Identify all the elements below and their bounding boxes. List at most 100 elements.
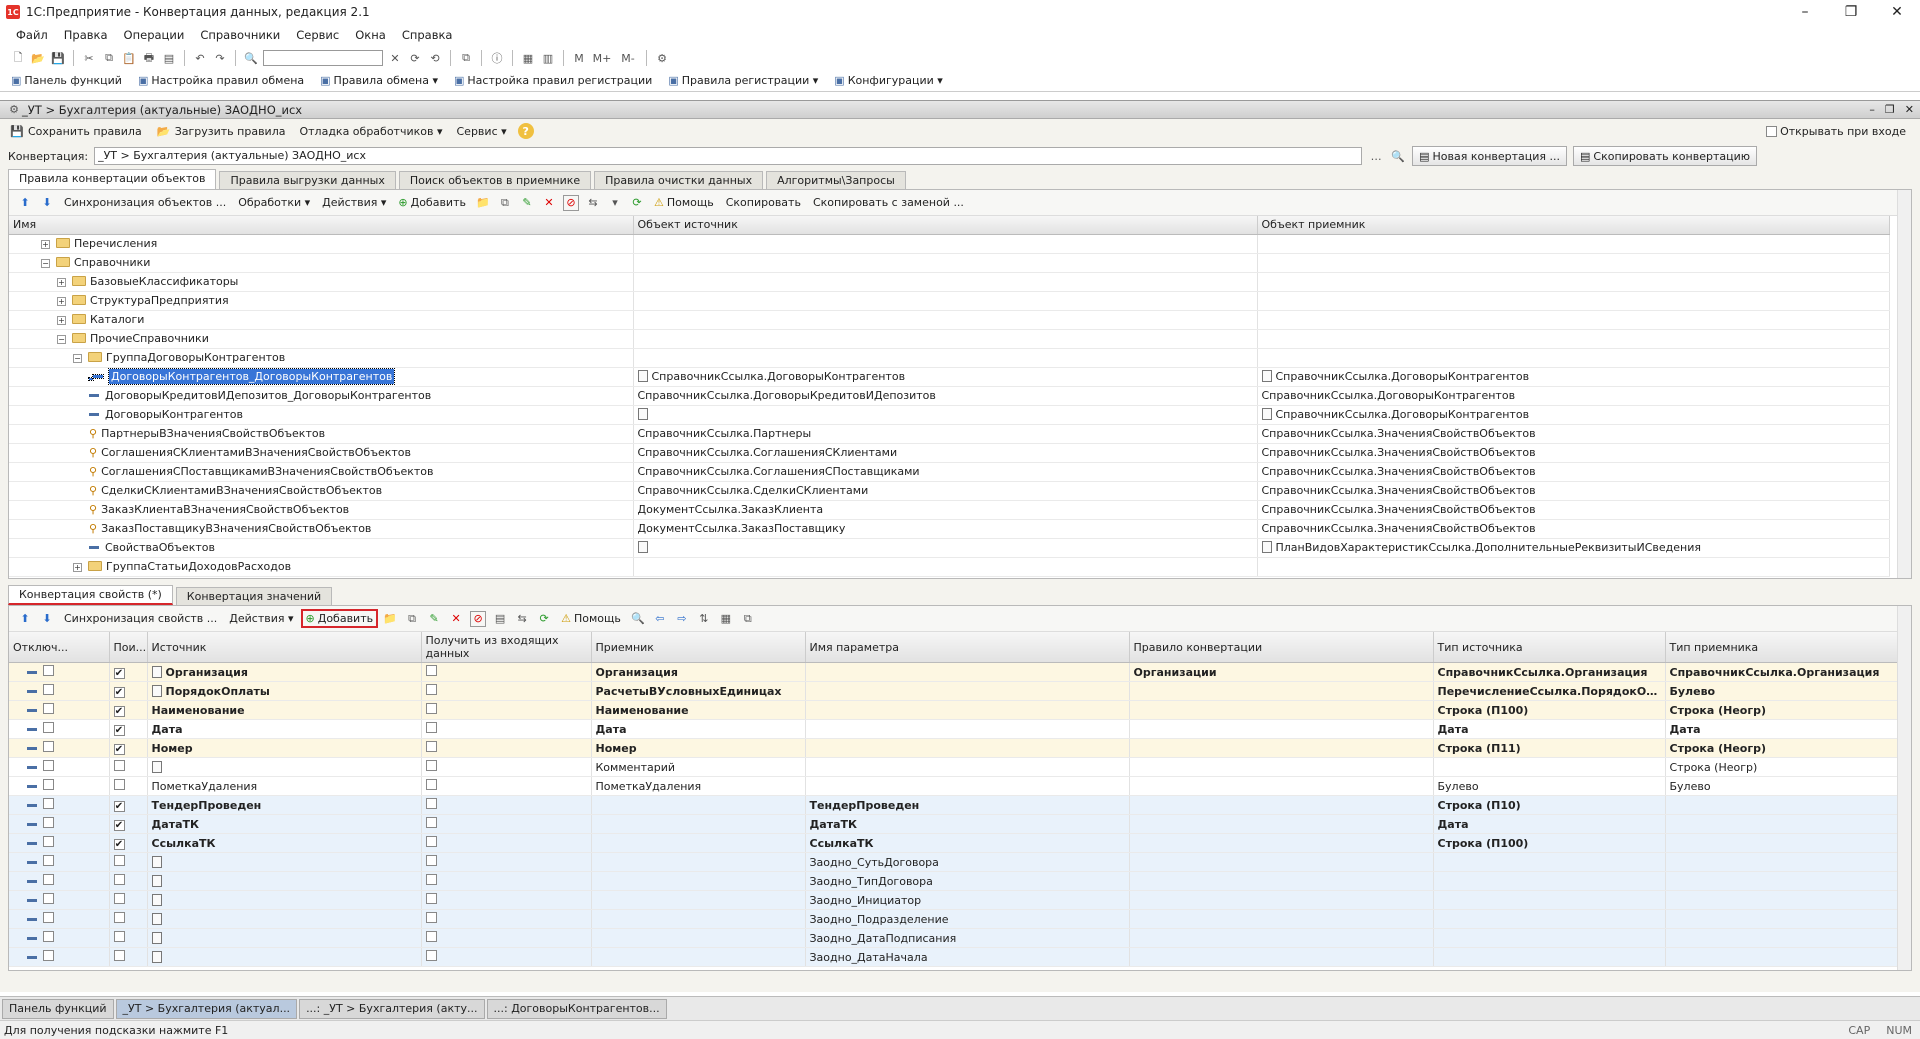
menu-5[interactable]: Окна xyxy=(353,26,388,44)
disable-checkbox[interactable] xyxy=(43,912,54,923)
property-row[interactable]: Заодно_ТипДоговора xyxy=(9,871,1898,891)
get-incoming-checkbox[interactable] xyxy=(425,798,437,809)
taskbar-item-3[interactable]: ...: ДоговорыКонтрагентов... xyxy=(486,998,667,1019)
tab-top-3[interactable]: Правила очистки данных xyxy=(594,171,764,189)
sync-properties-button[interactable]: Синхронизация свойств ... xyxy=(61,611,220,626)
delete-icon[interactable]: ✕ xyxy=(448,611,464,627)
tree-row[interactable]: − ГруппаДоговорыКонтрагентов xyxy=(9,348,1890,368)
memory-plus-icon[interactable]: M+ xyxy=(591,50,613,66)
expand-icon[interactable]: − xyxy=(57,335,66,344)
disable-checkbox[interactable] xyxy=(43,779,54,790)
disable-checkbox[interactable] xyxy=(43,950,54,961)
mark-delete-icon[interactable]: ⊘ xyxy=(470,610,487,627)
back-icon[interactable]: ⇦ xyxy=(652,611,668,627)
tree-row[interactable]: ДоговорыКредитовИДепозитов_ДоговорыКонтр… xyxy=(9,386,1890,406)
add-property-button[interactable]: ⊕ Добавить xyxy=(300,609,379,628)
load-rules-button[interactable]: 📂 Загрузить правила xyxy=(153,122,289,140)
actions-button[interactable]: Действия ▾ xyxy=(226,611,296,626)
property-row[interactable]: ✔ ТендерПроведен ТендерПроведен Строка (П10… xyxy=(9,795,1898,815)
expand-icon[interactable]: + xyxy=(57,316,66,325)
property-row[interactable]: ✔ ДатаТК ДатаТК Дата xyxy=(9,814,1898,834)
move-down-icon[interactable]: ⬇ xyxy=(39,195,55,211)
col-6[interactable]: Правило конвертации xyxy=(1129,632,1434,663)
expand-icon[interactable]: − xyxy=(41,259,50,268)
search-checkbox[interactable] xyxy=(113,874,125,885)
col-1[interactable]: Пои... xyxy=(109,632,148,663)
property-row[interactable]: ПометкаУдаления ПометкаУдаления Булево Буле… xyxy=(9,776,1898,796)
get-incoming-checkbox[interactable] xyxy=(425,817,437,828)
help-icon[interactable]: ? xyxy=(517,123,534,139)
col-name[interactable]: Имя xyxy=(9,216,634,235)
mark-delete-icon[interactable]: ⊘ xyxy=(562,194,579,211)
taskbar-item-1[interactable]: _УТ > Бухгалтерия (актуал... xyxy=(115,998,298,1019)
move-up-icon[interactable]: ⬆ xyxy=(17,611,33,627)
disable-checkbox[interactable] xyxy=(43,703,54,714)
clear-search-icon[interactable]: ✕ xyxy=(387,50,403,66)
property-row[interactable]: Заодно_Инициатор xyxy=(9,890,1898,910)
tree-row[interactable]: + Каталоги xyxy=(9,310,1890,330)
memory-minus-icon[interactable]: M- xyxy=(617,50,639,66)
get-incoming-checkbox[interactable] xyxy=(425,855,437,866)
disable-checkbox[interactable] xyxy=(43,893,54,904)
disable-checkbox[interactable] xyxy=(43,874,54,885)
search-checkbox[interactable]: ✔ xyxy=(113,724,125,736)
find-next-icon[interactable]: ⟳ xyxy=(407,50,423,66)
paste-icon[interactable]: 📋 xyxy=(121,50,137,66)
disable-checkbox[interactable] xyxy=(43,722,54,733)
conversion-field[interactable]: _УТ > Бухгалтерия (актуальные) ЗАОДНО_ис… xyxy=(94,147,1363,165)
property-row[interactable]: Заодно_СутьДоговора xyxy=(9,852,1898,872)
expand-icon[interactable]: + xyxy=(57,278,66,287)
func-item-3[interactable]: ▣ Настройка правил регистрации xyxy=(451,73,655,88)
property-row[interactable]: ✔ СсылкаТК СсылкаТК Строка (П100) xyxy=(9,833,1898,853)
get-incoming-checkbox[interactable] xyxy=(425,950,437,961)
menu-1[interactable]: Правка xyxy=(62,26,110,44)
expand-icon[interactable]: + xyxy=(57,297,66,306)
tree-row[interactable]: + Перечисления xyxy=(9,234,1890,254)
property-row[interactable]: Заодно_ДатаПодписания xyxy=(9,928,1898,948)
minimize-icon[interactable]: – xyxy=(1869,103,1875,116)
tab-top-2[interactable]: Поиск объектов в приемнике xyxy=(398,171,592,189)
save-icon[interactable]: 💾 xyxy=(50,50,66,66)
redo-icon[interactable]: ↷ xyxy=(212,50,228,66)
move-down-icon[interactable]: ⬇ xyxy=(39,611,55,627)
search-checkbox[interactable] xyxy=(113,912,125,923)
col-source[interactable]: Объект источник xyxy=(633,216,1258,235)
disable-checkbox[interactable] xyxy=(43,741,54,752)
search-checkbox[interactable] xyxy=(113,855,125,866)
tree-row[interactable]: + БазовыеКлассификаторы xyxy=(9,272,1890,292)
new-icon[interactable]: 🗋 xyxy=(10,50,26,66)
tree-row[interactable]: ⚲ ЗаказПоставщикуВЗначенияСвойствОбъектов… xyxy=(9,519,1890,539)
scrollbar[interactable] xyxy=(1897,606,1911,970)
property-row[interactable]: Заодно_ДатаНачала xyxy=(9,947,1898,967)
tree-row[interactable]: − ПрочиеСправочники xyxy=(9,329,1890,349)
search-checkbox[interactable]: ✔ xyxy=(113,838,125,850)
refresh-icon[interactable]: ⟳ xyxy=(629,195,645,211)
search-icon[interactable]: 🔍 xyxy=(243,50,259,66)
col-7[interactable]: Тип источника xyxy=(1433,632,1666,663)
sync-objects-button[interactable]: Синхронизация объектов ... xyxy=(61,195,229,210)
get-incoming-checkbox[interactable] xyxy=(425,684,437,695)
copy-icon[interactable]: ⧉ xyxy=(404,611,420,627)
processing-button[interactable]: Обработки ▾ xyxy=(235,195,313,210)
tree-row[interactable]: ⚲ СделкиСКлиентамиВЗначенияСвойствОбъекто… xyxy=(9,481,1890,501)
open-on-start[interactable]: Открывать при входе xyxy=(1765,125,1920,138)
func-item-2[interactable]: ▣ Правила обмена ▾ xyxy=(317,73,441,88)
tab-top-4[interactable]: Алгоритмы\Запросы xyxy=(766,171,906,189)
tree-row[interactable]: ⚲ ПартнерыВЗначенияСвойствОбъектов Справоч… xyxy=(9,424,1890,444)
func-item-4[interactable]: ▣ Правила регистрации ▾ xyxy=(665,73,821,88)
search-checkbox[interactable] xyxy=(113,760,125,771)
func-item-0[interactable]: ▣ Панель функций xyxy=(8,73,125,88)
expand-icon[interactable]: + xyxy=(73,563,82,572)
get-incoming-checkbox[interactable] xyxy=(425,665,437,676)
close-icon[interactable]: ✕ xyxy=(1874,4,1920,20)
actions-button[interactable]: Действия ▾ xyxy=(319,195,389,210)
edit-icon[interactable]: ✎ xyxy=(426,611,442,627)
disable-checkbox[interactable] xyxy=(43,931,54,942)
edit-icon[interactable]: ✎ xyxy=(519,195,535,211)
copy-icon[interactable]: ⧉ xyxy=(497,195,513,211)
refresh-icon[interactable]: ⟳ xyxy=(536,611,552,627)
search-checkbox[interactable]: ✔ xyxy=(113,800,125,812)
property-row[interactable]: ✔ Наименование Наименование Строка (П100) Ст… xyxy=(9,700,1898,720)
find-prev-icon[interactable]: ⟲ xyxy=(427,50,443,66)
select-icon[interactable]: … xyxy=(1368,148,1384,164)
